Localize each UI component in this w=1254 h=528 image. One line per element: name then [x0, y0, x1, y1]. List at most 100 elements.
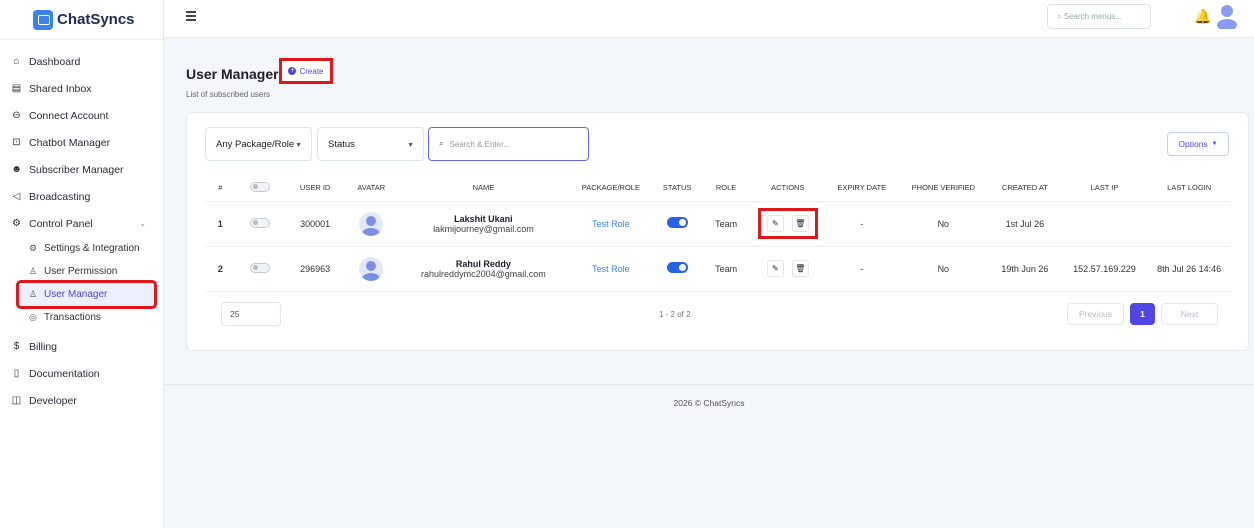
brand-name: ChatSyncs: [57, 11, 135, 28]
col-header: PACKAGE/ROLE: [570, 175, 652, 202]
status-toggle[interactable]: [666, 262, 688, 273]
caret-down-icon: ▼: [407, 142, 414, 149]
col-header: LAST LOGIN: [1148, 175, 1230, 202]
role: Team: [702, 201, 750, 247]
menu-search-input[interactable]: ⌕ Search menus...: [1047, 4, 1151, 29]
pagination: Previous 1 Next: [1067, 303, 1218, 325]
notification-bell-icon[interactable]: 🔔: [1194, 8, 1211, 25]
row-select-toggle[interactable]: [250, 262, 271, 273]
created-at: 19th Jun 26: [989, 246, 1061, 292]
sidebar-item-label: Control Panel: [29, 217, 93, 230]
sidebar-item-shared-inbox[interactable]: ▤ Shared Inbox: [0, 75, 164, 102]
package-link[interactable]: Test Role: [592, 264, 630, 274]
sidebar-item-chatbot-manager[interactable]: ⊡ Chatbot Manager: [0, 129, 164, 156]
sidebar-item-label: User Manager: [44, 289, 108, 300]
phone-verified: No: [897, 201, 990, 247]
settings-icon: ⚙: [29, 243, 38, 253]
table-header-row: # USER ID AVATAR NAME PACKAGE/ROLE STATU…: [205, 175, 1230, 202]
logo[interactable]: ChatSyncs: [0, 0, 163, 40]
last-ip: 152.57.169.229: [1060, 246, 1149, 292]
sidebar-subitem-settings-integration[interactable]: ⚙ Settings & Integration: [0, 237, 164, 260]
sidebar-item-label: Documentation: [29, 367, 100, 380]
menu-toggle-icon[interactable]: [186, 11, 196, 21]
sidebar: ChatSyncs ⌂ Dashboard ▤ Shared Inbox ⊖ Conn…: [0, 0, 164, 528]
col-header: #: [205, 175, 236, 202]
sidebar-item-subscriber-manager[interactable]: ☻ Subscriber Manager: [0, 156, 164, 183]
sidebar-item-label: Chatbot Manager: [29, 136, 111, 149]
search-placeholder: Search menus...: [1063, 12, 1122, 21]
chevron-down-icon: ⌄: [139, 219, 146, 228]
col-header: LAST IP: [1060, 175, 1149, 202]
sidebar-item-connect-account[interactable]: ⊖ Connect Account: [0, 102, 164, 129]
previous-page-button[interactable]: Previous: [1067, 303, 1124, 325]
user-name: Rahul Reddy: [455, 258, 511, 269]
phone-verified: No: [897, 246, 990, 292]
row-select-toggle[interactable]: [250, 217, 271, 228]
status-select[interactable]: Status ▼: [317, 127, 424, 161]
user-avatar-icon[interactable]: [1216, 3, 1238, 29]
expiry-date: -: [826, 246, 898, 292]
create-button[interactable]: + Create: [279, 58, 333, 84]
link-icon: ⊖: [12, 110, 21, 121]
edit-button[interactable]: ✎: [766, 260, 784, 277]
broadcast-icon: ◁: [12, 191, 21, 202]
transactions-icon: ◎: [29, 312, 37, 322]
delete-button[interactable]: 🗑: [791, 260, 809, 277]
options-label: Options: [1178, 139, 1208, 149]
avatar-cell: [345, 201, 397, 247]
chat-logo-icon: [33, 9, 53, 30]
next-page-button[interactable]: Next: [1161, 303, 1218, 325]
last-login: 8th Jul 26 14:46: [1148, 246, 1230, 292]
package-role-select[interactable]: Any Package/Role ▼: [205, 127, 312, 161]
edit-button[interactable]: ✎: [766, 215, 784, 232]
role: Team: [702, 246, 750, 292]
sidebar-item-billing[interactable]: $ Billing: [0, 333, 164, 360]
last-ip: [1060, 201, 1149, 247]
edit-icon: ✎: [771, 264, 779, 273]
topbar: ⌕ Search menus... 🔔: [164, 0, 1254, 38]
col-header: USER ID: [284, 175, 346, 202]
user-icon: ♙: [29, 289, 38, 299]
sidebar-item-documentation[interactable]: ▯ Documentation: [0, 360, 164, 387]
sidebar-subitem-user-manager[interactable]: ♙ User Manager: [16, 280, 157, 309]
sidebar-subitem-transactions[interactable]: ◎ Transactions: [0, 306, 164, 329]
user-icon: ♙: [29, 266, 38, 276]
status-cell: [651, 246, 703, 292]
col-header: STATUS: [651, 175, 703, 202]
sidebar-item-control-panel[interactable]: ⚙ Control Panel ⌄: [0, 210, 164, 237]
select-all-toggle[interactable]: [250, 181, 271, 192]
created-at: 1st Jul 26: [989, 201, 1061, 247]
search-placeholder: Search & Enter...: [449, 139, 510, 149]
options-button[interactable]: Options ▼: [1167, 132, 1229, 156]
sidebar-item-label: Shared Inbox: [29, 82, 92, 95]
footer: 2026 © ChatSyncs: [164, 384, 1254, 408]
status-toggle[interactable]: [666, 217, 688, 228]
sidebar-item-developer[interactable]: ◫ Developer: [0, 387, 164, 414]
sidebar-item-dashboard[interactable]: ⌂ Dashboard: [0, 48, 164, 75]
delete-button[interactable]: 🗑: [791, 215, 809, 232]
sidebar-item-broadcasting[interactable]: ◁ Broadcasting: [0, 183, 164, 210]
table-row: 2 296963 Rahul Reddy rahulreddymc2004@gma…: [205, 246, 1230, 292]
package-link[interactable]: Test Role: [592, 219, 630, 229]
page-subtitle: List of subscribed users: [186, 90, 271, 99]
col-header-select: [235, 175, 285, 202]
row-number: 2: [205, 246, 236, 292]
col-header: CREATED AT: [989, 175, 1061, 202]
home-icon: ⌂: [13, 56, 20, 67]
sidebar-subitem-user-permission[interactable]: ♙ User Permission: [0, 260, 164, 283]
col-header: ACTIONS: [749, 175, 827, 202]
col-header: EXPIRY DATE: [826, 175, 898, 202]
col-header: ROLE: [702, 175, 750, 202]
status-cell: [651, 201, 703, 247]
sidebar-nav: ⌂ Dashboard ▤ Shared Inbox ⊖ Connect Accoun…: [0, 48, 164, 414]
page-button-current[interactable]: 1: [1130, 303, 1155, 325]
gear-icon: ⚙: [12, 218, 21, 229]
page-size-select[interactable]: 25: [221, 302, 281, 326]
edit-icon: ✎: [771, 219, 779, 228]
code-icon: ◫: [11, 395, 22, 406]
avatar: [359, 211, 384, 236]
record-count: 1 - 2 of 2: [659, 310, 691, 319]
sidebar-item-label: Subscriber Manager: [29, 163, 124, 176]
user-search-input[interactable]: ⌕ Search & Enter...: [428, 127, 589, 161]
sidebar-item-label: Transactions: [44, 312, 101, 323]
